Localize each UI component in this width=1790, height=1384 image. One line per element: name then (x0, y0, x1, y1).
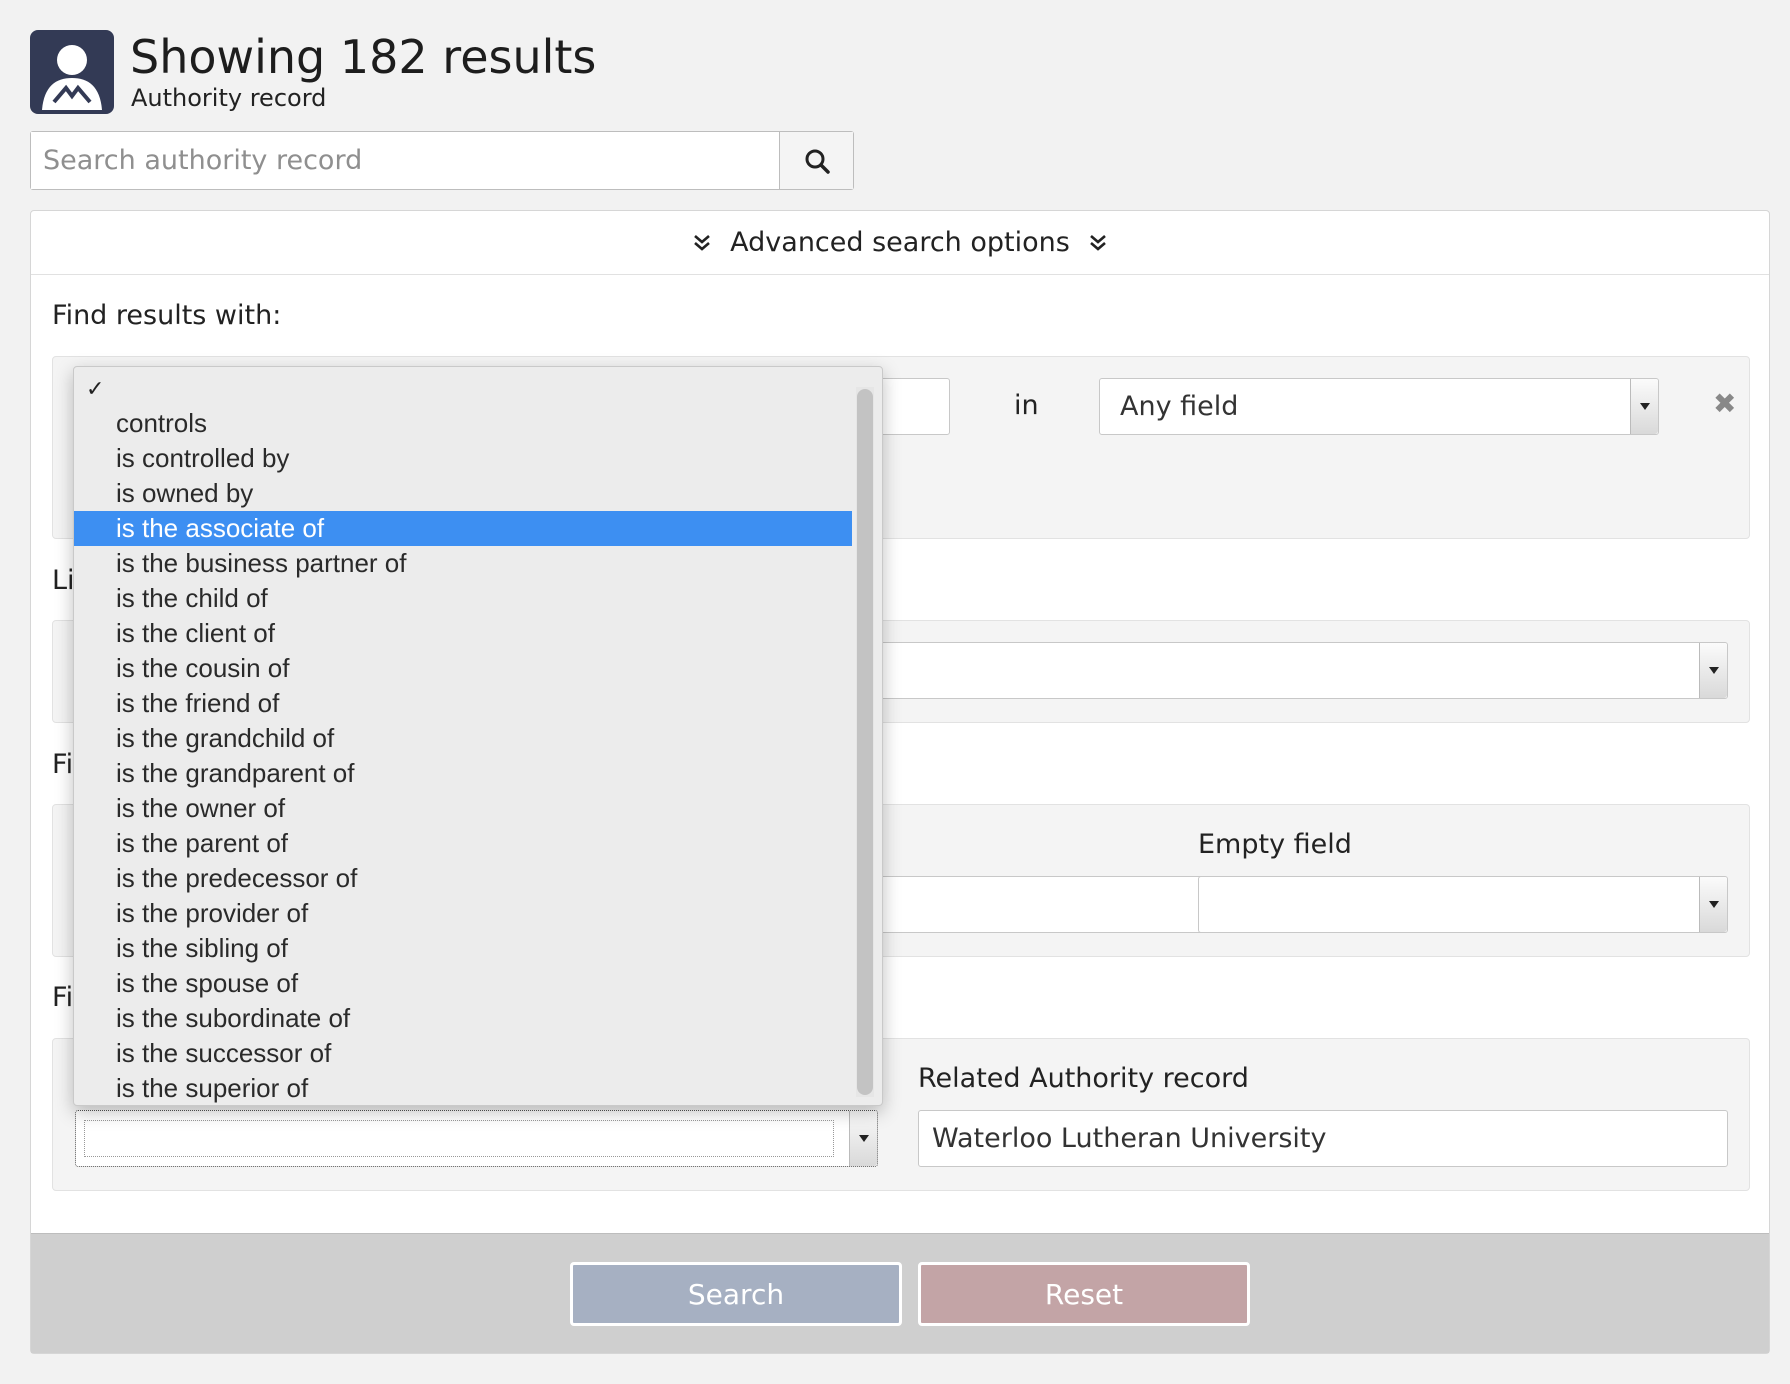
section-label-fi-2: Fi (52, 982, 74, 1013)
advanced-search-toggle[interactable]: Advanced search options (31, 211, 1769, 275)
search-button[interactable]: Search (570, 1262, 902, 1326)
dropdown-option-label: is the sibling of (116, 933, 288, 963)
dropdown-option-label: is the spouse of (116, 968, 299, 998)
dropdown-option-label: is the owner of (116, 793, 286, 823)
dropdown-option[interactable]: is the client of (74, 616, 852, 651)
dropdown-option-label: is the grandparent of (116, 758, 355, 788)
search-icon (805, 149, 830, 174)
dropdown-option-label: is the superior of (116, 1073, 309, 1103)
dropdown-option[interactable]: is the grandchild of (74, 721, 852, 756)
dropdown-option[interactable]: is the associate of (74, 511, 852, 546)
field-select[interactable]: Any field (1099, 378, 1659, 435)
double-chevron-down-icon (1089, 234, 1106, 251)
relationship-type-select[interactable] (75, 1110, 878, 1167)
chevron-down-icon[interactable] (1630, 379, 1658, 434)
dropdown-option-label: is owned by (116, 478, 254, 508)
related-authority-label: Related Authority record (918, 1063, 1249, 1094)
dropdown-option[interactable]: is the grandparent of (74, 756, 852, 791)
dropdown-options: ✓ controls is controlled by is owned by is t… (74, 371, 852, 1105)
field-select-value: Any field (1120, 391, 1239, 422)
dropdown-option[interactable]: controls (74, 406, 852, 441)
dropdown-option-label: is the client of (116, 618, 275, 648)
dropdown-option-label: is the provider of (116, 898, 309, 928)
dropdown-option-label: is the parent of (116, 828, 288, 858)
dropdown-option-label: is the cousin of (116, 653, 290, 683)
search-box (30, 131, 854, 190)
dropdown-option[interactable]: is the child of (74, 581, 852, 616)
empty-field-select[interactable] (1198, 876, 1728, 933)
search-input[interactable] (31, 132, 779, 189)
dropdown-option[interactable]: is the sibling of (74, 931, 852, 966)
dropdown-option-label: is the predecessor of (116, 863, 358, 893)
dropdown-option[interactable]: is the parent of (74, 826, 852, 861)
search-submit-button[interactable] (779, 132, 853, 189)
relationship-type-dropdown[interactable]: ✓ controls is controlled by is owned by is t… (73, 366, 883, 1106)
limit-select[interactable] (813, 642, 1728, 699)
dropdown-option-label: is the subordinate of (116, 1003, 351, 1033)
dropdown-option[interactable]: is the successor of (74, 1036, 852, 1071)
dropdown-option[interactable]: is the predecessor of (74, 861, 852, 896)
dropdown-option-label: is the grandchild of (116, 723, 335, 753)
dropdown-option[interactable]: is the friend of (74, 686, 852, 721)
dropdown-option-label: is the business partner of (116, 548, 407, 578)
checkmark-icon: ✓ (86, 376, 105, 401)
form-actions: Search Reset (31, 1233, 1769, 1353)
dropdown-option[interactable]: is the superior of (74, 1071, 852, 1105)
dropdown-option[interactable]: is controlled by (74, 441, 852, 476)
dropdown-option-label: is the successor of (116, 1038, 332, 1068)
dropdown-option-label: controls (116, 408, 208, 438)
reset-button[interactable]: Reset (918, 1262, 1250, 1326)
related-authority-input[interactable]: Waterloo Lutheran University (918, 1110, 1728, 1167)
advanced-search-toggle-label: Advanced search options (730, 227, 1070, 258)
chevron-down-icon[interactable] (1699, 877, 1727, 932)
double-chevron-down-icon (694, 234, 711, 251)
empty-field-label: Empty field (1198, 829, 1352, 860)
dropdown-option[interactable]: is the provider of (74, 896, 852, 931)
chevron-down-icon[interactable] (849, 1111, 877, 1166)
page-subtitle: Authority record (131, 84, 327, 112)
dropdown-option[interactable]: is owned by (74, 476, 852, 511)
dropdown-option[interactable]: is the subordinate of (74, 1001, 852, 1036)
in-label: in (1014, 390, 1039, 421)
dropdown-option-label: is controlled by (116, 443, 290, 473)
dropdown-option[interactable]: is the cousin of (74, 651, 852, 686)
dropdown-option[interactable]: is the business partner of (74, 546, 852, 581)
section-label-fi: Fi (52, 749, 74, 780)
dropdown-scrollbar-thumb[interactable] (857, 389, 873, 1095)
chevron-down-icon[interactable] (1699, 643, 1727, 698)
dropdown-option[interactable]: is the owner of (74, 791, 852, 826)
dropdown-option[interactable]: is the spouse of (74, 966, 852, 1001)
relationship-type-value (84, 1120, 834, 1157)
remove-criteria-icon[interactable]: ✖ (1713, 387, 1736, 420)
page-title: Showing 182 results (130, 30, 597, 84)
find-results-label: Find results with: (52, 300, 282, 331)
dropdown-option-label: is the friend of (116, 688, 280, 718)
dropdown-option-label: is the child of (116, 583, 268, 613)
authority-record-icon (30, 30, 114, 114)
related-authority-value: Waterloo Lutheran University (932, 1123, 1327, 1154)
section-label-li: Li (52, 565, 75, 596)
dropdown-option[interactable]: ✓ (74, 371, 852, 406)
dropdown-option-label: is the associate of (116, 513, 325, 543)
